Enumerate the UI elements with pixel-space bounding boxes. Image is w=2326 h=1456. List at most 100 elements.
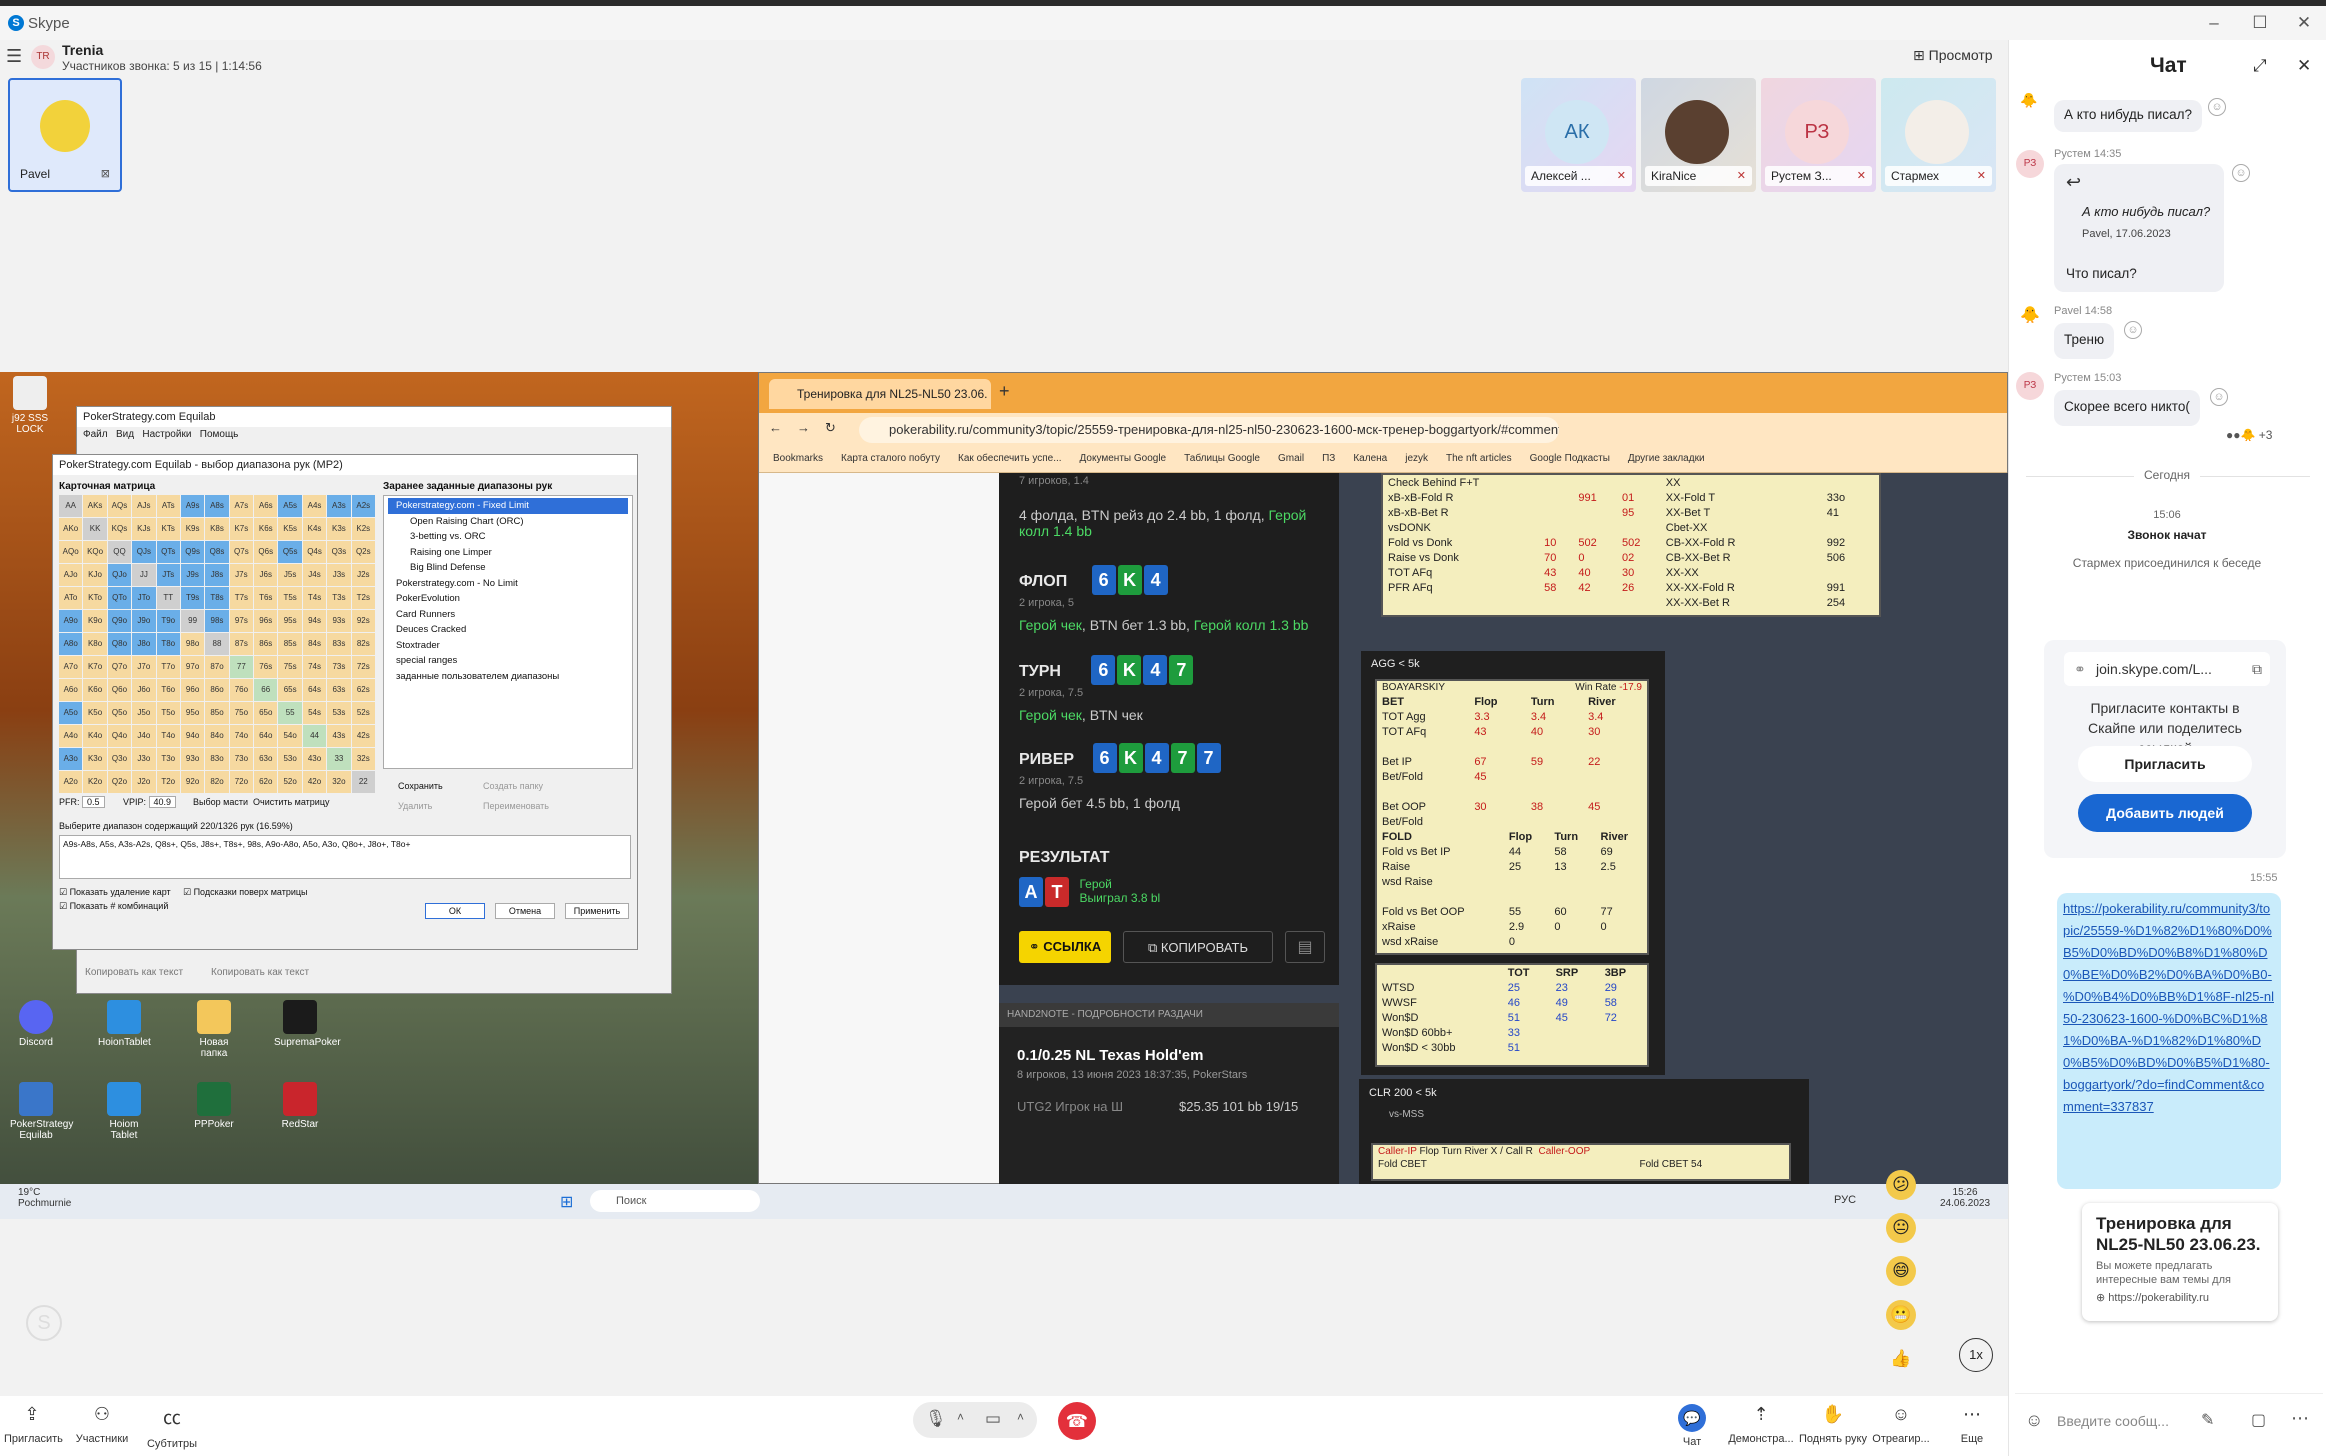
hand-cell[interactable]: A3s [327,495,351,517]
suit-select-button[interactable]: Выбор масти [193,797,248,807]
hand-cell[interactable]: A2o [59,771,83,793]
bookmark-item[interactable]: Калена [1353,453,1387,464]
close-chat-icon[interactable]: ✕ [2297,56,2311,76]
hand-cell[interactable]: AQo [59,541,83,563]
browser-tab[interactable]: Тренировка для NL25-NL50 23.06. [769,379,991,409]
hints-checkbox[interactable]: ☑ Подсказки поверх матрицы [183,887,307,898]
hand-cell[interactable]: 53s [327,702,351,724]
hand-cell[interactable]: QJo [107,564,132,586]
hand-cell[interactable]: 64o [254,725,278,747]
group-avatar[interactable]: TR [31,45,55,69]
subtitles-control[interactable]: ㏄ Субтитры [142,1404,202,1450]
hand-cell[interactable]: 87s [229,633,254,655]
hand-cell[interactable]: 83o [205,748,229,770]
emoji-reaction[interactable]: 😐 [1886,1213,1916,1243]
range-tree-item[interactable]: Deuces Cracked [388,622,628,638]
minimize-button[interactable]: – [2192,10,2236,36]
link-button[interactable]: ⚭ ССЫЛКА [1019,931,1111,963]
hand-cell[interactable]: A6o [59,679,83,701]
taskbar-clock[interactable]: 15:26 24.06.2023 [1940,1187,1990,1209]
hand-cell[interactable]: 84o [205,725,229,747]
hand-cell[interactable]: K8o [83,633,107,655]
new-tab-icon[interactable]: + [999,381,1010,402]
hand-cell[interactable]: A3o [59,748,83,770]
hand-cell[interactable]: K4s [302,518,327,540]
hand-cell[interactable]: Q6o [107,679,132,701]
hand-cell[interactable]: J5o [132,702,156,724]
language-indicator[interactable]: РУС [1834,1194,1856,1206]
emoji-reaction[interactable]: 😬 [1886,1300,1916,1330]
emoji-icon[interactable]: ☺ [2025,1410,2043,1431]
range-tree-item[interactable]: Raising one Limper [388,545,628,561]
show-removal-checkbox[interactable]: ☑ Показать удаление карт [59,887,171,898]
range-tree-item[interactable]: Open Raising Chart (ORC) [388,514,628,530]
rename-button[interactable]: Переименовать [483,801,549,811]
add-reaction-icon[interactable]: ☺ [2232,164,2250,182]
hand-cell[interactable]: J2o [132,771,156,793]
hand-cell[interactable]: J5s [278,564,302,586]
hand-cell[interactable]: QTo [107,587,132,609]
hand-cell[interactable]: 92s [351,610,375,632]
hand-cell[interactable]: JJ [132,564,156,586]
bookmark-item[interactable]: ПЗ [1322,453,1335,464]
thumbs-up-icon[interactable]: 👍 [1886,1344,1916,1374]
desktop-icon[interactable]: Hoiom Tablet [98,1082,150,1141]
hand-cell[interactable]: 52o [278,771,302,793]
hand-cell[interactable]: J4o [132,725,156,747]
hand-cell[interactable]: 63s [327,679,351,701]
hand-cell[interactable]: 43s [327,725,351,747]
hand-cell[interactable]: 83s [327,633,351,655]
hand-cell[interactable]: Q7s [229,541,254,563]
hand-cell[interactable]: 98o [180,633,205,655]
link-message[interactable]: https://pokerability.ru/community3/topic… [2057,893,2281,1189]
hand-cell[interactable]: T8s [205,587,229,609]
hand-cell[interactable]: KJo [83,564,107,586]
share-screen-control[interactable]: ⇡ Демонстра... [1726,1404,1796,1445]
more-options-icon[interactable]: ⋯ [2291,1408,2309,1429]
copy-as-text[interactable]: Копировать как текст [85,967,183,978]
export-icon[interactable]: ▤ [1285,931,1325,963]
desktop-icon[interactable]: Discord [10,1000,62,1048]
hand-cell[interactable]: 74o [229,725,254,747]
hand-cell[interactable]: A7s [229,495,254,517]
hand-cell[interactable]: Q9s [180,541,205,563]
hand-cell[interactable]: 76s [254,656,278,678]
menu-file[interactable]: Файл [83,429,108,440]
hand-cell[interactable]: 43o [302,748,327,770]
hand-cell[interactable]: 88 [205,633,229,655]
desktop-icon[interactable]: PPPoker [188,1082,240,1130]
hand-cell[interactable]: 73o [229,748,254,770]
link-preview-card[interactable]: Тренировка для NL25-NL50 23.06.23. Вы мо… [2082,1203,2278,1321]
emoji-reaction[interactable]: 😕 [1886,1170,1916,1200]
maximize-button[interactable]: ☐ [2238,10,2282,36]
hand-cell[interactable]: K7o [83,656,107,678]
reload-icon[interactable]: ↻ [825,420,836,436]
hand-cell[interactable]: 62o [254,771,278,793]
hand-cell[interactable]: KTo [83,587,107,609]
hand-cell[interactable]: K9s [180,518,205,540]
hand-cell[interactable]: 66 [254,679,278,701]
hand-cell[interactable]: T2o [156,771,180,793]
hand-cell[interactable]: K6s [254,518,278,540]
hand-cell[interactable]: AQs [107,495,132,517]
hand-cell[interactable]: J3o [132,748,156,770]
camera-chevron-icon[interactable]: ˄ [1017,1410,1024,1424]
message-input[interactable]: Введите сообщ... [2057,1413,2169,1429]
hand-cell[interactable]: K3s [327,518,351,540]
hand-cell[interactable]: K9o [83,610,107,632]
hand-cell[interactable]: K5o [83,702,107,724]
hand-cell[interactable]: 76o [229,679,254,701]
participant-tile-rustem[interactable]: РЗ Рустем З... ✕ [1761,78,1876,192]
hand-cell[interactable]: 53o [278,748,302,770]
menu-settings[interactable]: Настройки [142,429,191,440]
hand-cell[interactable]: Q9o [107,610,132,632]
hand-cell[interactable]: Q4s [302,541,327,563]
hand-cell[interactable]: J6s [254,564,278,586]
desktop-icon[interactable]: Новая папка [188,1000,240,1059]
bookmark-item[interactable]: Документы Google [1080,453,1167,464]
desktop-icon[interactable]: PokerStrategy Equilab [10,1082,73,1141]
group-name[interactable]: Trenia [62,42,103,58]
create-folder-button[interactable]: Создать папку [483,781,543,791]
invite-button[interactable]: Пригласить [2078,746,2252,782]
hand-cell[interactable]: 54o [278,725,302,747]
